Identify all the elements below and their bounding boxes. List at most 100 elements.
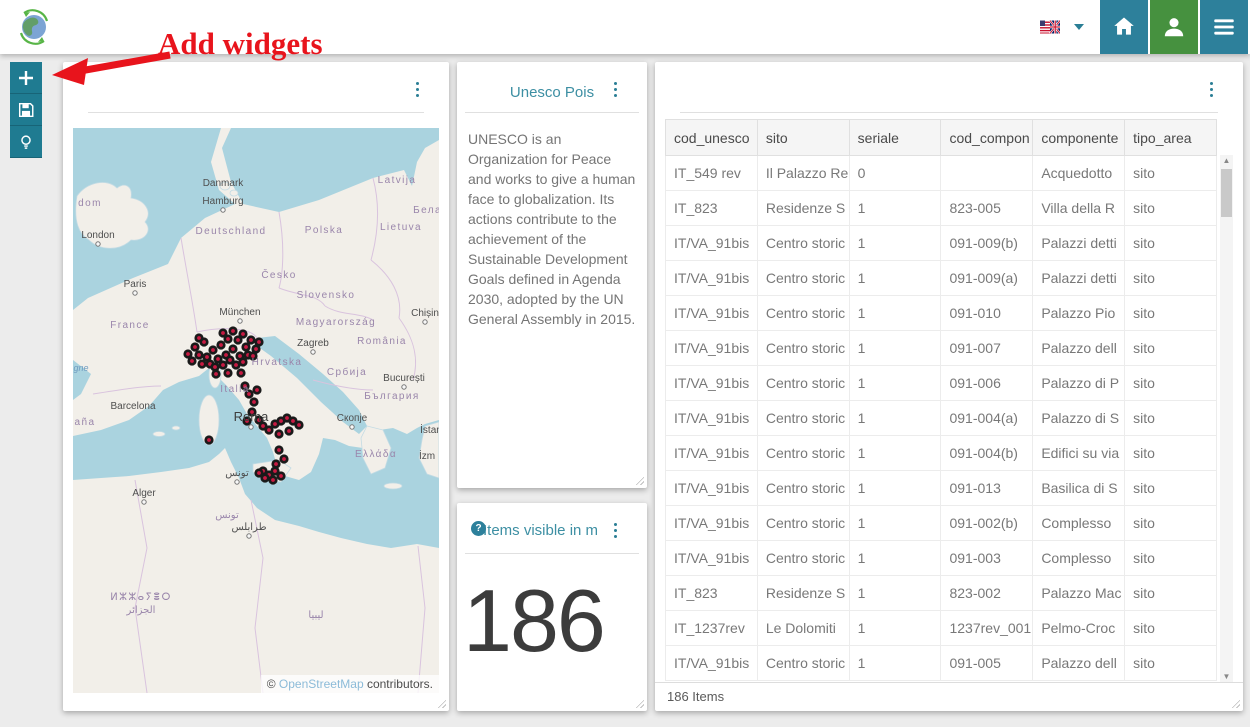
table-widget-header	[655, 62, 1243, 112]
svg-text:Polska: Polska	[305, 225, 343, 236]
table-row[interactable]: IT/VA_91bis Centro storic 1 091-005 Palazzo …	[665, 645, 1217, 681]
table-row[interactable]: IT/VA_91bis Centro storic 1 091-004(b) Edifi…	[665, 435, 1217, 471]
table-cell: 0	[848, 155, 942, 191]
table-row[interactable]: IT/VA_91bis Centro storic 1 091-009(a) Palaz…	[665, 260, 1217, 296]
table-row[interactable]: IT/VA_91bis Centro storic 1 091-013 Basilica…	[665, 470, 1217, 506]
table-cell: 091-005	[940, 645, 1034, 681]
table-cell: sito	[1124, 540, 1217, 576]
table-header-row: cod_unesco sito seriale cod_compon component…	[665, 119, 1217, 156]
lightbulb-icon	[21, 134, 31, 149]
table-cell: Centro storic	[756, 365, 850, 401]
table-cell: sito	[1124, 330, 1217, 366]
table-cell: Centro storic	[756, 400, 850, 436]
home-button[interactable]	[1100, 0, 1148, 54]
column-header[interactable]: seriale	[848, 119, 942, 156]
language-flag-icon[interactable]	[1040, 20, 1060, 34]
svg-text:Latvija: Latvija	[378, 175, 417, 186]
table-footer: 186 Items	[655, 682, 1243, 711]
language-dropdown-caret[interactable]	[1074, 24, 1084, 30]
resize-handle[interactable]	[634, 475, 644, 485]
table-scrollbar[interactable]: ▲ ▼	[1220, 155, 1233, 683]
table-cell: Centro storic	[756, 295, 850, 331]
column-header[interactable]: cod_unesco	[665, 119, 758, 156]
home-icon	[1114, 17, 1134, 35]
table-cell: Centro storic	[756, 225, 850, 261]
table-cell: 1	[848, 610, 942, 646]
table-cell: Centro storic	[756, 470, 850, 506]
svg-text:Скопје: Скопје	[337, 413, 368, 424]
table-cell: IT_549 rev	[665, 155, 758, 191]
table-cell: IT_1237rev	[665, 610, 758, 646]
table-row[interactable]: IT_823 Residenze S 1 823-005 Villa della Rsi…	[665, 190, 1217, 226]
table-cell: 091-009(a)	[940, 260, 1034, 296]
table-cell: IT/VA_91bis	[665, 365, 758, 401]
user-button[interactable]	[1150, 0, 1198, 54]
scroll-up-icon[interactable]: ▲	[1220, 155, 1233, 167]
column-header[interactable]: cod_compon	[940, 119, 1034, 156]
table-cell: sito	[1124, 155, 1217, 191]
table-row[interactable]: IT/VA_91bis Centro storic 1 091-002(b) Compl…	[665, 505, 1217, 541]
svg-text:Česko: Česko	[261, 268, 296, 281]
table-cell: Il Palazzo Re	[756, 155, 850, 191]
svg-text:dom: dom	[78, 198, 102, 209]
svg-text:ليبيا: ليبيا	[308, 610, 323, 621]
text-widget-menu-icon[interactable]	[614, 80, 617, 98]
svg-text:تونس: تونس	[215, 510, 239, 521]
svg-text:الجزائر: الجزائر	[126, 605, 156, 616]
counter-widget-menu-icon[interactable]	[614, 521, 617, 539]
column-header[interactable]: componente	[1032, 119, 1126, 156]
table-cell: 091-009(b)	[940, 225, 1034, 261]
table-cell: 1	[848, 470, 942, 506]
table-cell: IT/VA_91bis	[665, 435, 758, 471]
tutorial-button[interactable]	[10, 126, 42, 158]
svg-text:France: France	[110, 320, 150, 331]
menu-button[interactable]	[1200, 0, 1248, 54]
table-cell: IT/VA_91bis	[665, 540, 758, 576]
table-row[interactable]: IT/VA_91bis Centro storic 1 091-004(a) Palaz…	[665, 400, 1217, 436]
table-cell: 1	[848, 645, 942, 681]
resize-handle[interactable]	[634, 698, 644, 708]
save-button[interactable]	[10, 94, 42, 126]
resize-handle[interactable]	[436, 698, 446, 708]
table-row[interactable]: IT_1237rev Le Dolomiti 1 1237rev_001 Pelmo-C…	[665, 610, 1217, 646]
osm-link[interactable]: OpenStreetMap	[279, 677, 364, 691]
table-cell: Centro storic	[756, 540, 850, 576]
svg-text:Roma: Roma	[234, 409, 269, 424]
add-widget-button[interactable]	[10, 62, 42, 94]
table-cell: IT/VA_91bis	[665, 295, 758, 331]
svg-text:Белар: Белар	[413, 205, 439, 216]
svg-text:Zagreb: Zagreb	[297, 338, 329, 349]
table-cell: 1	[848, 400, 942, 436]
table-row[interactable]: IT/VA_91bis Centro storic 1 091-010 Palazzo …	[665, 295, 1217, 331]
table-row[interactable]: IT/VA_91bis Centro storic 1 091-003 Compless…	[665, 540, 1217, 576]
table-cell: sito	[1124, 470, 1217, 506]
scrollbar-thumb[interactable]	[1221, 169, 1232, 217]
table-cell: 091-010	[940, 295, 1034, 331]
svg-text:İzm: İzm	[419, 449, 435, 462]
table-cell: Basilica di S	[1032, 470, 1126, 506]
table-row[interactable]: IT_549 rev Il Palazzo Re 0 Acquedotto sito	[665, 155, 1217, 191]
table-cell: Palazzo dell	[1032, 330, 1126, 366]
table-cell: IT/VA_91bis	[665, 225, 758, 261]
column-header[interactable]: sito	[756, 119, 850, 156]
text-widget-header: Unesco Pois	[457, 62, 647, 112]
table-row[interactable]: IT/VA_91bis Centro storic 1 091-009(b) Palaz…	[665, 225, 1217, 261]
table-cell: 1	[848, 260, 942, 296]
svg-text:България: България	[364, 391, 419, 402]
table-cell: IT_823	[665, 190, 758, 226]
table-cell: Complesso	[1032, 540, 1126, 576]
svg-text:București: București	[383, 373, 425, 384]
map-canvas[interactable]: dom Danmark Latvija Lietuva Hamburg London Deu…	[73, 128, 439, 693]
save-icon	[18, 102, 34, 117]
table-widget-menu-icon[interactable]	[1210, 80, 1213, 98]
table-cell: IT/VA_91bis	[665, 260, 758, 296]
svg-text:Barcelona: Barcelona	[110, 401, 155, 412]
table-row[interactable]: IT_823 Residenze S 1 823-002 Palazzo Mac sito	[665, 575, 1217, 611]
table-cell: IT/VA_91bis	[665, 330, 758, 366]
table-row[interactable]: IT/VA_91bis Centro storic 1 091-007 Palazzo …	[665, 330, 1217, 366]
svg-text:Deutschland: Deutschland	[196, 226, 267, 237]
map-widget-menu-icon[interactable]	[416, 80, 419, 98]
table-row[interactable]: IT/VA_91bis Centro storic 1 091-006 Palazzo …	[665, 365, 1217, 401]
help-icon[interactable]: ?	[471, 521, 486, 536]
column-header[interactable]: tipo_area	[1124, 119, 1217, 156]
